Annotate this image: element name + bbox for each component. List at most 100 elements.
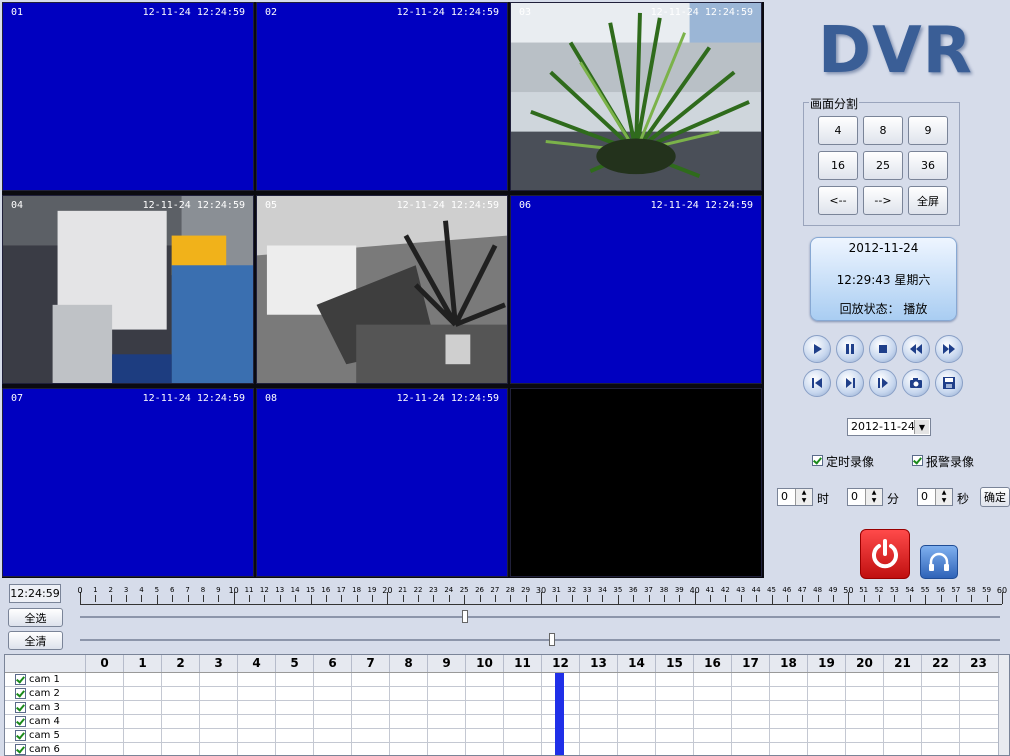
schedule-cell[interactable]	[85, 715, 123, 729]
schedule-cell[interactable]	[883, 715, 921, 729]
date-select[interactable]: 2012-11-24 ▼	[847, 418, 931, 436]
schedule-cell[interactable]	[389, 729, 427, 743]
split-button-9[interactable]: 全屏	[908, 186, 948, 215]
schedule-cell[interactable]	[693, 715, 731, 729]
schedule-cell[interactable]	[921, 673, 959, 687]
audio-button[interactable]	[920, 545, 958, 579]
schedule-cell[interactable]	[351, 701, 389, 715]
schedule-cell[interactable]	[807, 743, 845, 755]
schedule-cell[interactable]	[655, 729, 693, 743]
rewind-button[interactable]	[902, 335, 930, 363]
schedule-cell[interactable]	[845, 715, 883, 729]
schedule-cell[interactable]	[579, 729, 617, 743]
schedule-cell[interactable]	[503, 729, 541, 743]
schedule-cell[interactable]	[883, 743, 921, 755]
step-forward-button[interactable]	[836, 369, 864, 397]
schedule-cell[interactable]	[579, 715, 617, 729]
schedule-cell[interactable]	[731, 743, 769, 755]
spin-down-icon[interactable]: ▼	[866, 497, 882, 505]
schedule-cell[interactable]	[959, 715, 997, 729]
schedule-cell[interactable]	[237, 673, 275, 687]
schedule-cell[interactable]	[427, 673, 465, 687]
schedule-cell[interactable]	[769, 715, 807, 729]
schedule-cell[interactable]	[237, 701, 275, 715]
schedule-cell[interactable]	[161, 687, 199, 701]
camera-row-checkbox[interactable]	[15, 674, 26, 685]
save-button[interactable]	[935, 369, 963, 397]
schedule-cell[interactable]	[85, 743, 123, 755]
schedule-cell[interactable]	[351, 743, 389, 755]
schedule-cell[interactable]	[921, 687, 959, 701]
schedule-cell[interactable]	[883, 729, 921, 743]
schedule-cell[interactable]	[199, 743, 237, 755]
schedule-cell[interactable]	[123, 715, 161, 729]
schedule-cell[interactable]	[161, 715, 199, 729]
camera-row-checkbox[interactable]	[15, 744, 26, 755]
schedule-cell[interactable]	[123, 729, 161, 743]
schedule-cell[interactable]	[389, 673, 427, 687]
schedule-cell[interactable]	[693, 701, 731, 715]
schedule-cell[interactable]	[769, 701, 807, 715]
confirm-time-button[interactable]: 确定	[980, 487, 1010, 507]
schedule-cell[interactable]	[427, 715, 465, 729]
schedule-cell[interactable]	[389, 715, 427, 729]
schedule-cell[interactable]	[731, 701, 769, 715]
schedule-cell[interactable]	[883, 701, 921, 715]
schedule-cell[interactable]	[731, 729, 769, 743]
schedule-cell[interactable]	[655, 715, 693, 729]
schedule-cell[interactable]	[237, 687, 275, 701]
schedule-cell[interactable]	[807, 687, 845, 701]
schedule-cell[interactable]	[845, 687, 883, 701]
schedule-cell[interactable]	[465, 687, 503, 701]
schedule-cell[interactable]	[275, 673, 313, 687]
schedule-cell[interactable]	[123, 701, 161, 715]
schedule-cell[interactable]	[351, 673, 389, 687]
schedule-cell[interactable]	[959, 687, 997, 701]
split-button-2[interactable]: 8	[863, 116, 903, 145]
camera-view-9[interactable]	[510, 388, 762, 577]
schedule-cell[interactable]	[465, 715, 503, 729]
schedule-cell[interactable]	[845, 701, 883, 715]
schedule-cell[interactable]	[731, 673, 769, 687]
skip-back-button[interactable]	[803, 369, 831, 397]
schedule-cell[interactable]	[959, 729, 997, 743]
camera-view-8[interactable]: 08 12-11-24 12:24:59	[256, 388, 508, 577]
second-spinner[interactable]: 0 ▲ ▼	[917, 488, 953, 506]
schedule-cell[interactable]	[161, 701, 199, 715]
schedule-cell[interactable]	[313, 729, 351, 743]
schedule-cell[interactable]	[655, 673, 693, 687]
schedule-cell[interactable]	[769, 673, 807, 687]
schedule-cell[interactable]	[199, 729, 237, 743]
schedule-cell[interactable]	[579, 701, 617, 715]
schedule-cell[interactable]	[769, 687, 807, 701]
schedule-cell[interactable]	[465, 729, 503, 743]
schedule-cell[interactable]	[237, 743, 275, 755]
stop-button[interactable]	[869, 335, 897, 363]
schedule-cell[interactable]	[503, 715, 541, 729]
split-button-3[interactable]: 9	[908, 116, 948, 145]
schedule-cell[interactable]	[313, 743, 351, 755]
spin-down-icon[interactable]: ▼	[796, 497, 812, 505]
schedule-cell[interactable]	[579, 687, 617, 701]
schedule-cell[interactable]	[465, 701, 503, 715]
schedule-cell[interactable]	[883, 687, 921, 701]
schedule-cell[interactable]	[731, 687, 769, 701]
spin-up-icon[interactable]: ▲	[796, 489, 812, 497]
schedule-cell[interactable]	[313, 701, 351, 715]
schedule-scrollbar[interactable]	[998, 655, 1009, 755]
timeline-slider-1[interactable]	[461, 610, 468, 623]
split-button-5[interactable]: 25	[863, 151, 903, 180]
schedule-cell[interactable]	[237, 715, 275, 729]
schedule-cell[interactable]	[123, 687, 161, 701]
schedule-cell[interactable]	[617, 673, 655, 687]
schedule-cell[interactable]	[85, 729, 123, 743]
schedule-cell[interactable]	[427, 743, 465, 755]
schedule-cell[interactable]	[845, 729, 883, 743]
schedule-cell[interactable]	[161, 743, 199, 755]
schedule-cell[interactable]	[161, 673, 199, 687]
schedule-cell[interactable]	[199, 701, 237, 715]
schedule-cell[interactable]	[503, 673, 541, 687]
schedule-cell[interactable]	[123, 673, 161, 687]
schedule-cell[interactable]	[617, 701, 655, 715]
snapshot-button[interactable]	[902, 369, 930, 397]
